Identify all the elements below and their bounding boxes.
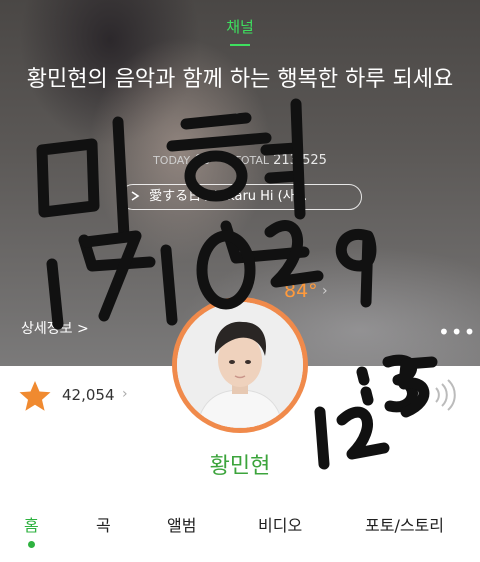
like-chevron-icon[interactable]: ›: [122, 386, 128, 402]
visitor-stats: TODAY 65 TOTAL 213,525: [0, 153, 480, 168]
like-count[interactable]: 42,054: [62, 386, 115, 404]
active-tab-indicator: [28, 541, 35, 548]
now-playing-pill[interactable]: 愛する日 / Hikaru Hi (사...: [120, 184, 362, 210]
tab-videos[interactable]: 비디오: [258, 512, 302, 536]
now-playing-text: 愛する日 / Hikaru Hi (사...: [149, 189, 308, 204]
details-link[interactable]: 상세정보 >: [21, 318, 89, 338]
today-value: 65: [194, 153, 211, 168]
channel-title: 황민현의 음악과 함께 하는 행복한 하루 되세요~: [26, 67, 454, 128]
temperature-value[interactable]: 84°: [284, 280, 318, 302]
temperature-chevron-icon[interactable]: ›: [322, 283, 328, 299]
star-icon[interactable]: [18, 379, 52, 413]
sound-wave-icon[interactable]: [430, 378, 466, 412]
tab-albums[interactable]: 앨범: [167, 512, 196, 536]
avatar[interactable]: [177, 302, 303, 428]
total-value: 213,525: [273, 153, 327, 168]
tab-home[interactable]: 홈: [24, 512, 39, 536]
stats-separator: [220, 158, 224, 161]
play-icon: [131, 189, 149, 204]
total-label: TOTAL: [234, 154, 269, 167]
channel-tag: 채널: [226, 18, 254, 36]
tag-underline: [230, 44, 250, 46]
more-options-icon[interactable]: •••: [438, 320, 476, 344]
tab-songs[interactable]: 곡: [96, 512, 111, 536]
artist-name[interactable]: 황민현: [0, 448, 480, 480]
today-label: TODAY: [153, 154, 191, 167]
tab-photo-story[interactable]: 포토/스토리: [365, 512, 444, 536]
tab-bar: 홈 곡 앨범 비디오 포토/스토리: [0, 512, 480, 542]
